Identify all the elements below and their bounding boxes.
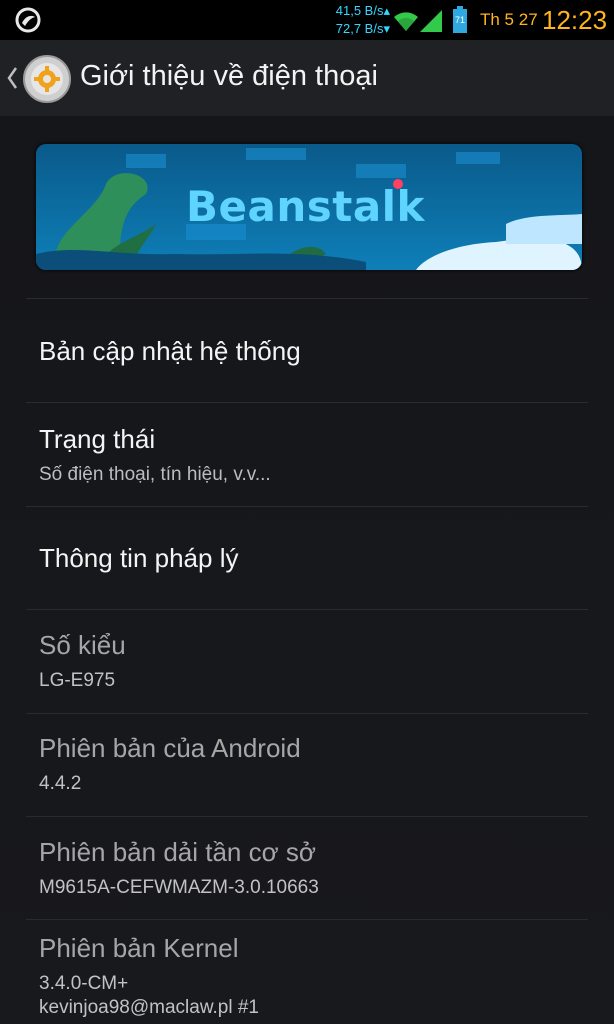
divider bbox=[26, 506, 588, 507]
status-time: 12:23 bbox=[542, 5, 608, 35]
divider bbox=[26, 713, 588, 714]
list-item-legal-info[interactable]: Thông tin pháp lý bbox=[0, 508, 614, 612]
list-item-title: Thông tin pháp lý bbox=[39, 543, 239, 573]
about-phone-list: Beanstalk Scott.Hart.Bti Bản cập nhật hệ… bbox=[0, 116, 614, 1024]
page-title: Giới thiệu về điện thoại bbox=[80, 60, 378, 92]
settings-gear-icon[interactable] bbox=[22, 54, 72, 104]
list-item-model-number: Số kiểu LG-E975 bbox=[0, 611, 614, 715]
banner-title: Beanstalk bbox=[186, 182, 425, 231]
list-item-subtitle: 3.4.0-CM+ bbox=[39, 973, 129, 994]
list-item-title: Bản cập nhật hệ thống bbox=[39, 336, 301, 366]
list-item-status[interactable]: Trạng thái Số điện thoại, tín hiệu, v.v.… bbox=[0, 404, 614, 508]
list-item-subtitle: LG-E975 bbox=[39, 670, 116, 691]
wifi-icon bbox=[394, 12, 418, 31]
action-bar: Giới thiệu về điện thoại bbox=[0, 40, 614, 117]
list-item-title: Trạng thái bbox=[39, 424, 156, 454]
divider bbox=[26, 298, 588, 299]
notification-icon bbox=[15, 7, 41, 33]
status-bar: 41,5 B/s▴ 72,7 B/s▾ 71 Th 5 27 12:23 bbox=[0, 0, 614, 40]
list-item-subtitle: 4.4.2 bbox=[39, 773, 82, 794]
chevron-left-icon[interactable] bbox=[4, 62, 20, 94]
list-item-android-version[interactable]: Phiên bản của Android 4.4.2 bbox=[0, 715, 614, 819]
divider bbox=[26, 919, 588, 920]
battery-level: 71 bbox=[455, 15, 465, 25]
list-item-subtitle: M9615A-CEFWMAZM-3.0.10663 bbox=[39, 877, 319, 898]
beanstalk-banner: Beanstalk Scott.Hart.Bti bbox=[36, 144, 582, 270]
divider bbox=[26, 402, 588, 403]
signal-icon bbox=[420, 10, 442, 32]
list-item-title: Số kiểu bbox=[39, 630, 126, 660]
upload-speed: 41,5 B/s▴ bbox=[335, 3, 390, 18]
divider bbox=[26, 609, 588, 610]
list-item-title: Phiên bản của Android bbox=[39, 733, 301, 763]
list-item-baseband-version: Phiên bản dải tần cơ sở M9615A-CEFWMAZM-… bbox=[0, 818, 614, 922]
divider bbox=[26, 816, 588, 817]
list-item-title: Phiên bản Kernel bbox=[39, 933, 239, 963]
status-date: Th 5 27 bbox=[480, 10, 538, 29]
download-speed: 72,7 B/s▾ bbox=[335, 21, 390, 36]
list-item-kernel-version: Phiên bản Kernel 3.4.0-CM+ kevinjoa98@ma… bbox=[0, 921, 614, 1024]
network-speed: 41,5 B/s▴ 72,7 B/s▾ bbox=[320, 2, 390, 38]
banner-credit: Scott.Hart.Bti bbox=[471, 246, 542, 260]
list-item-subtitle-line2: kevinjoa98@maclaw.pl #1 bbox=[39, 997, 259, 1018]
list-item-system-update[interactable]: Bản cập nhật hệ thống bbox=[0, 300, 614, 404]
battery-icon: 71 bbox=[453, 6, 467, 33]
list-item-subtitle: Số điện thoại, tín hiệu, v.v... bbox=[39, 464, 271, 485]
list-item-title: Phiên bản dải tần cơ sở bbox=[39, 837, 316, 867]
